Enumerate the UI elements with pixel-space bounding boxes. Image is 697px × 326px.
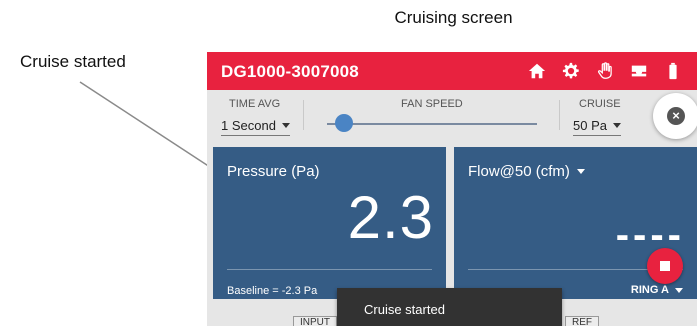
ring-value: RING A (630, 284, 669, 296)
time-avg-select[interactable]: 1 Second (221, 118, 290, 136)
cruise-select[interactable]: 50 Pa (573, 118, 621, 136)
ref-tab[interactable]: REF (565, 316, 599, 326)
caption-cruising-screen: Cruising screen (394, 8, 513, 27)
close-icon: × (667, 107, 685, 125)
controls-bar: TIME AVG 1 Second FAN SPEED CRUISE 50 Pa… (207, 90, 697, 146)
divider (559, 100, 560, 130)
chevron-down-icon (612, 123, 621, 128)
fan-speed-slider-track[interactable] (327, 123, 537, 125)
caption-cruise-started: Cruise started (20, 52, 126, 71)
divider (303, 100, 304, 130)
panel-divider (227, 269, 432, 270)
chevron-down-icon (675, 287, 683, 293)
stop-button[interactable] (647, 248, 683, 284)
app-bar: DG1000-3007008 (207, 52, 697, 90)
inbox-icon[interactable] (629, 61, 649, 81)
ring-selector[interactable]: RING A (631, 284, 683, 296)
device-title: DG1000-3007008 (221, 62, 359, 81)
battery-icon (663, 61, 683, 81)
chevron-down-icon (281, 123, 290, 128)
stop-icon (660, 261, 670, 271)
cruise-value: 50 Pa (573, 118, 607, 133)
home-icon[interactable] (527, 61, 547, 81)
baseline-text: Baseline = -2.3 Pa (227, 285, 318, 297)
snackbar-text: Cruise started (364, 302, 445, 317)
fan-speed-slider-handle[interactable] (335, 114, 354, 132)
close-cruise-button[interactable]: × (653, 93, 697, 139)
input-tab[interactable]: INPUT (293, 316, 337, 326)
gear-icon[interactable] (561, 61, 581, 81)
snackbar: Cruise started (337, 288, 562, 326)
time-avg-value: 1 Second (221, 118, 276, 133)
chevron-down-icon (576, 169, 585, 174)
flow-label: Flow@50 (cfm) (468, 163, 570, 180)
device-screen: DG1000-3007008 TIME AVG 1 Second FAN SPE… (207, 52, 697, 326)
cruise-label: CRUISE (579, 98, 621, 110)
pressure-value: 2.3 (347, 184, 434, 251)
flow-selector[interactable]: Flow@50 (cfm) (468, 163, 585, 180)
hand-icon[interactable] (595, 61, 615, 81)
fan-speed-label: FAN SPEED (401, 98, 463, 110)
app-bar-icons (527, 61, 683, 81)
pressure-label: Pressure (Pa) (227, 163, 320, 180)
pressure-panel: Pressure (Pa) 2.3 Baseline = -2.3 Pa (213, 147, 446, 299)
time-avg-label: TIME AVG (229, 98, 281, 110)
